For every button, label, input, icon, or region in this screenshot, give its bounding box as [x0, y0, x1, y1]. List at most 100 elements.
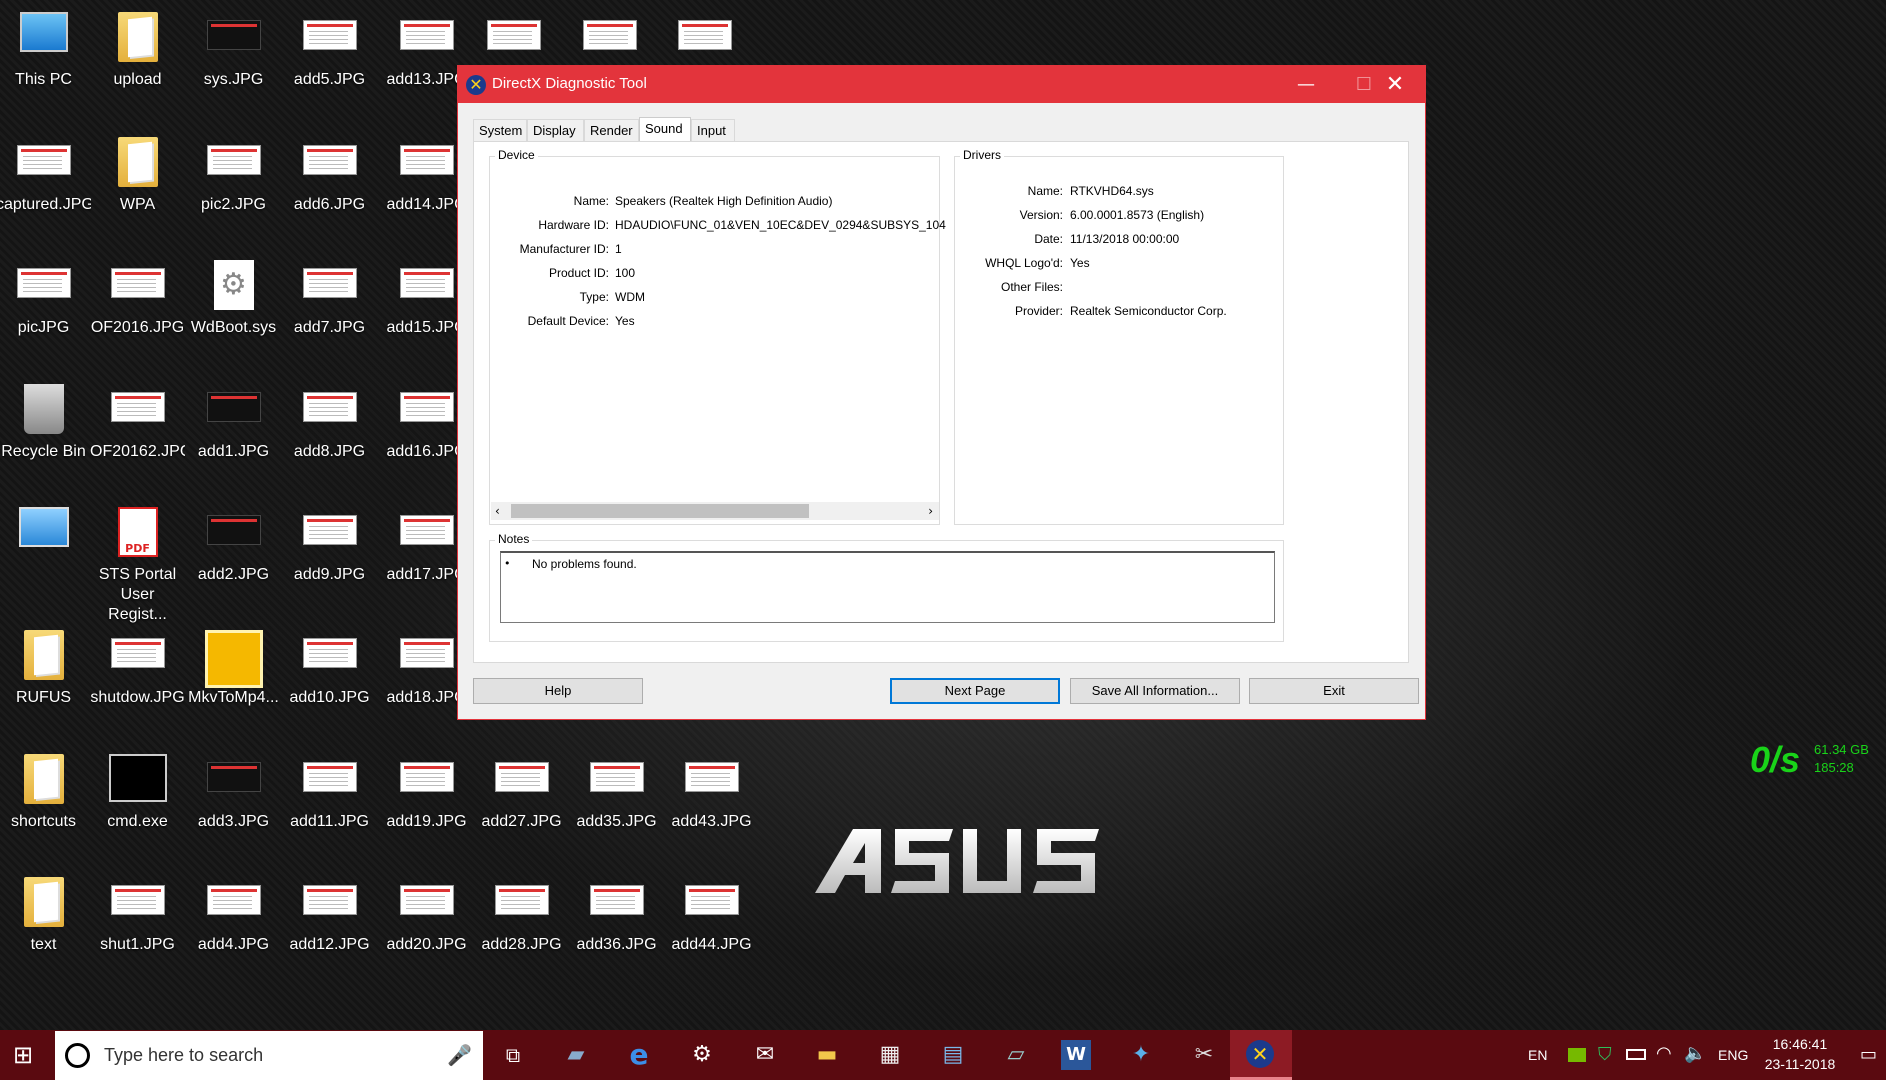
- desktop-icon[interactable]: RUFUS: [0, 618, 91, 736]
- snipping-tool-icon[interactable]: ✂: [1187, 1038, 1221, 1072]
- desktop-icon[interactable]: add10.JPG: [282, 618, 377, 736]
- desktop-icon[interactable]: add6.JPG: [282, 125, 377, 243]
- field-value: 11/13/2018 00:00:00: [1070, 232, 1180, 246]
- dxdiag-taskbar-button[interactable]: ✕: [1230, 1030, 1292, 1080]
- desktop-icon[interactable]: add5.JPG: [282, 0, 377, 118]
- title-bar[interactable]: ✕ DirectX Diagnostic Tool — ☐ ✕: [458, 66, 1425, 103]
- device-horizontal-scrollbar[interactable]: ‹ ›: [491, 502, 939, 520]
- tab-render[interactable]: Render: [584, 119, 639, 141]
- desktop-icon[interactable]: WPA: [90, 125, 185, 243]
- scroll-thumb[interactable]: [511, 504, 809, 518]
- desktop-icon[interactable]: This PC: [0, 0, 91, 118]
- desktop-icon[interactable]: add36.JPG: [569, 865, 664, 983]
- desktop-icon[interactable]: sys.JPG: [186, 0, 281, 118]
- language-indicator[interactable]: EN: [1528, 1047, 1547, 1063]
- exit-button[interactable]: Exit: [1249, 678, 1419, 704]
- desktop-icon[interactable]: PDF STS Portal User Regist...: [90, 495, 185, 623]
- desktop-icon[interactable]: cmd.exe: [90, 742, 185, 860]
- desktop-icon[interactable]: add43.JPG: [664, 742, 759, 860]
- desktop-icon[interactable]: upload: [90, 0, 185, 118]
- close-button[interactable]: ✕: [1365, 66, 1425, 103]
- help-button[interactable]: Help: [473, 678, 643, 704]
- directx-diagnostic-window[interactable]: ✕ DirectX Diagnostic Tool — ☐ ✕ System D…: [457, 65, 1426, 720]
- desktop-icon[interactable]: add1.JPG: [186, 372, 281, 490]
- desktop-icon[interactable]: OF2016.JPG: [90, 248, 185, 366]
- scroll-left-arrow[interactable]: ‹: [495, 502, 500, 520]
- desktop-icon[interactable]: add28.JPG: [474, 865, 569, 983]
- ime-indicator[interactable]: ENG: [1718, 1047, 1748, 1063]
- settings-gear-icon[interactable]: ⚙: [685, 1038, 719, 1072]
- tab-sound[interactable]: Sound: [639, 117, 691, 141]
- desktop-icon[interactable]: add3.JPG: [186, 742, 281, 860]
- file-explorer-icon[interactable]: ▬: [810, 1038, 844, 1072]
- desktop-icon[interactable]: add7.JPG: [282, 248, 377, 366]
- tab-display[interactable]: Display: [527, 119, 584, 141]
- desktop-icon-label: add19.JPG: [386, 813, 467, 830]
- microphone-icon[interactable]: 🎤: [447, 1043, 472, 1067]
- control-panel-icon[interactable]: ▤: [936, 1038, 970, 1072]
- desktop-icon[interactable]: OF20162.JPG: [90, 372, 185, 490]
- volume-icon[interactable]: 🔈: [1684, 1043, 1706, 1064]
- tab-input[interactable]: Input: [691, 119, 735, 141]
- mail-icon[interactable]: ✉: [748, 1038, 782, 1072]
- edge-icon[interactable]: e: [622, 1038, 656, 1072]
- image-thumbnail-icon: [302, 392, 357, 422]
- folder-icon: [23, 630, 64, 680]
- desktop-icon-label: add4.JPG: [197, 936, 270, 953]
- image-thumbnail-icon[interactable]: [487, 20, 541, 50]
- taskbar-search-box[interactable]: Type here to search 🎤: [55, 1031, 483, 1080]
- desktop-icon[interactable]: add44.JPG: [664, 865, 759, 983]
- battery-icon[interactable]: [1626, 1049, 1646, 1060]
- desktop-icon[interactable]: text: [0, 865, 91, 983]
- tab-system[interactable]: System: [473, 119, 527, 141]
- task-view-icon[interactable]: ⧉: [496, 1038, 530, 1072]
- tablet-app-icon[interactable]: ▱: [999, 1038, 1033, 1072]
- desktop-icon[interactable]: captured.JPG: [0, 125, 91, 243]
- desktop-icon[interactable]: picJPG: [0, 248, 91, 366]
- desktop-icon[interactable]: add20.JPG: [379, 865, 474, 983]
- desktop-icon-label: Recycle Bin: [1, 443, 86, 460]
- glass-app-icon[interactable]: ▰: [559, 1038, 593, 1072]
- desktop-icon[interactable]: MkvToMp4...: [186, 618, 281, 736]
- desktop-icon[interactable]: shutdow.JPG: [90, 618, 185, 736]
- field-label: Date:: [1034, 232, 1063, 246]
- desktop-icon[interactable]: shortcuts: [0, 742, 91, 860]
- notes-box[interactable]: • No problems found.: [500, 551, 1275, 623]
- desktop-icon[interactable]: add4.JPG: [186, 865, 281, 983]
- clock-date: 23-11-2018: [1764, 1056, 1836, 1072]
- wifi-icon[interactable]: ◠: [1656, 1043, 1672, 1064]
- desktop-icon[interactable]: add8.JPG: [282, 372, 377, 490]
- search-input[interactable]: Type here to search: [104, 1045, 263, 1066]
- desktop-icon[interactable]: add19.JPG: [379, 742, 474, 860]
- net-total: 61.34 GB: [1814, 742, 1869, 757]
- minimize-button[interactable]: —: [1277, 66, 1335, 103]
- security-shield-icon[interactable]: ⛉: [1598, 1044, 1612, 1065]
- desktop-icon[interactable]: add35.JPG: [569, 742, 664, 860]
- desktop-icon[interactable]: ⚙ WdBoot.sys: [186, 248, 281, 366]
- computer-icon: [19, 12, 68, 52]
- start-button[interactable]: ⊞: [6, 1038, 40, 1072]
- desktop-icon[interactable]: add11.JPG: [282, 742, 377, 860]
- clock[interactable]: 16:46:41 23-11-2018: [1760, 1034, 1840, 1074]
- cortana-circle-icon[interactable]: [65, 1043, 90, 1068]
- scroll-right-arrow[interactable]: ›: [928, 502, 933, 520]
- save-all-information-button[interactable]: Save All Information...: [1070, 678, 1240, 704]
- desktop-icon-label: add27.JPG: [481, 813, 562, 830]
- next-page-button[interactable]: Next Page: [890, 678, 1060, 704]
- nvidia-icon[interactable]: [1568, 1048, 1586, 1062]
- desktop-icon[interactable]: add12.JPG: [282, 865, 377, 983]
- store-icon[interactable]: ▦: [873, 1038, 907, 1072]
- desktop-icon[interactable]: add2.JPG: [186, 495, 281, 613]
- image-thumbnail-icon[interactable]: [583, 20, 637, 50]
- desktop-icon[interactable]: add9.JPG: [282, 495, 377, 613]
- desktop-icon[interactable]: shut1.JPG: [90, 865, 185, 983]
- word-icon[interactable]: W: [1061, 1040, 1091, 1070]
- action-center-icon[interactable]: ▭: [1860, 1044, 1877, 1065]
- network-app-icon[interactable]: ✦: [1124, 1038, 1158, 1072]
- desktop-icon[interactable]: add27.JPG: [474, 742, 569, 860]
- desktop-icon-label: add2.JPG: [197, 566, 270, 583]
- desktop-icon[interactable]: Recycle Bin: [0, 372, 91, 490]
- desktop-icon[interactable]: [0, 495, 91, 613]
- desktop-icon[interactable]: pic2.JPG: [186, 125, 281, 243]
- image-thumbnail-icon[interactable]: [678, 20, 732, 50]
